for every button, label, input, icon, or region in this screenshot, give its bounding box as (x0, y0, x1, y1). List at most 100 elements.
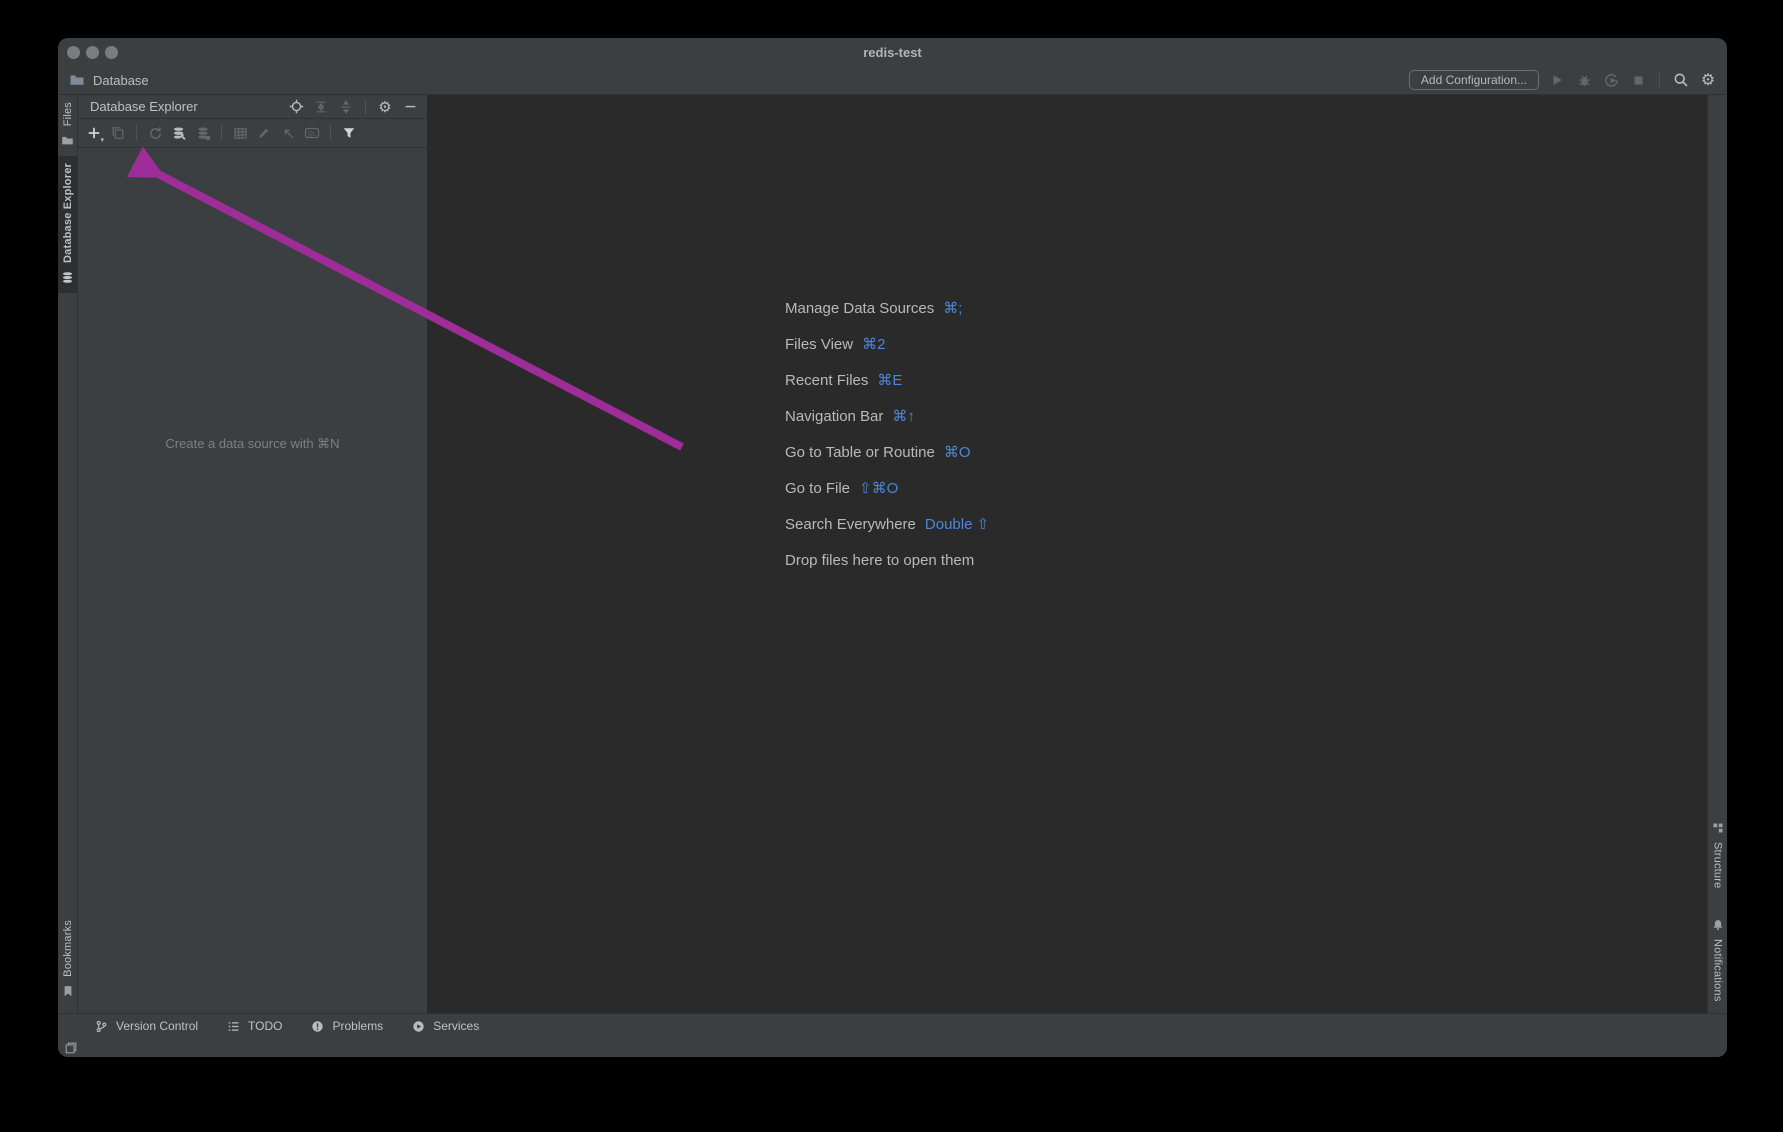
tab-version-control-label: Version Control (116, 1019, 198, 1033)
database-explorer-header: Database Explorer (78, 95, 427, 119)
stripe-tab-database-explorer-label: Database Explorer (62, 163, 74, 263)
tab-services-label: Services (433, 1019, 479, 1033)
status-bar (58, 1038, 1727, 1057)
stripe-tab-files[interactable]: Files (58, 95, 77, 156)
shortcut-keys: ⌘E (877, 371, 902, 389)
expand-all-icon[interactable] (312, 98, 330, 116)
toolbar-separator (1659, 72, 1660, 88)
shortcut-row: Go to File ⇧⌘O (785, 470, 989, 506)
tab-version-control[interactable]: Version Control (92, 1017, 198, 1035)
editor-area: Manage Data Sources ⌘; Files View ⌘2 Rec… (428, 95, 1707, 1013)
shortcut-row: Files View ⌘2 (785, 326, 989, 362)
window-title: redis-test (863, 45, 922, 60)
toolbar-separator (221, 125, 222, 141)
minimize-window-button[interactable] (86, 46, 99, 59)
panel-header-separator (365, 99, 366, 115)
stripe-tab-structure-label: Structure (1712, 842, 1724, 888)
ql-badge: QL (308, 132, 317, 138)
stripe-tab-structure[interactable]: Structure (1708, 812, 1727, 895)
locate-opened-element-icon[interactable] (287, 98, 305, 116)
notifications-bell-icon (1709, 916, 1727, 934)
run-toolbar: Add Configuration... (1409, 70, 1717, 90)
git-branch-icon (92, 1017, 110, 1035)
stripe-tab-notifications[interactable]: Notifications (1708, 909, 1727, 1009)
files-folder-icon (59, 131, 77, 149)
stop-icon[interactable] (1629, 71, 1647, 89)
breadcrumb[interactable]: Database (68, 71, 149, 89)
query-console-icon[interactable]: QL (303, 124, 321, 142)
right-tool-stripe: Structure Notifications (1707, 95, 1727, 1013)
stripe-tab-bookmarks[interactable]: Bookmarks (58, 913, 77, 1007)
stripe-tab-bookmarks-label: Bookmarks (62, 920, 74, 977)
shortcut-label: Recent Files (785, 372, 868, 389)
edit-pencil-icon[interactable] (255, 124, 273, 142)
zoom-window-button[interactable] (105, 46, 118, 59)
new-data-source-button[interactable]: ▾ (85, 124, 103, 142)
jump-to-console-icon[interactable] (279, 124, 297, 142)
bookmark-icon (59, 982, 77, 1000)
title-bar: redis-test (58, 38, 1727, 66)
hide-panel-icon[interactable] (401, 98, 419, 116)
database-explorer-toolbar: ▾ (78, 119, 427, 148)
shortcut-keys: ⇧⌘O (859, 479, 898, 497)
shortcut-keys: ⌘2 (862, 335, 885, 353)
database-explorer-panel: Database Explorer (78, 95, 428, 1013)
tool-window-layout-icon[interactable] (62, 1039, 80, 1057)
create-data-source-hint: Create a data source with ⌘N (78, 436, 427, 452)
duplicate-icon[interactable] (109, 124, 127, 142)
shortcut-label: Go to Table or Routine (785, 444, 935, 461)
refresh-icon[interactable] (146, 124, 164, 142)
traffic-lights (67, 46, 118, 59)
settings-gear-icon[interactable]: ⚙ (1699, 71, 1717, 89)
shortcut-row: Navigation Bar ⌘↑ (785, 398, 989, 434)
add-configuration-button[interactable]: Add Configuration... (1409, 70, 1539, 90)
shortcut-label: Navigation Bar (785, 408, 883, 425)
run-icon[interactable] (1548, 71, 1566, 89)
tab-todo[interactable]: TODO (224, 1017, 282, 1035)
shortcut-row: Manage Data Sources ⌘; (785, 290, 989, 326)
navigation-bar: Database Add Configuration... (58, 66, 1727, 95)
table-icon[interactable] (231, 124, 249, 142)
shortcut-keys: Double ⇧ (925, 515, 989, 533)
panel-header-actions: ⚙ (287, 98, 419, 116)
shortcut-label: Manage Data Sources (785, 300, 934, 317)
tab-todo-label: TODO (248, 1019, 282, 1033)
run-with-coverage-icon[interactable] (1602, 71, 1620, 89)
services-icon (409, 1017, 427, 1035)
breadcrumb-project-label: Database (93, 73, 149, 88)
bottom-tool-window-bar: Version Control TODO Problems (58, 1013, 1727, 1038)
shortcut-keys: ⌘O (944, 443, 971, 461)
detach-data-source-icon[interactable] (194, 124, 212, 142)
ide-window: redis-test Database Add Configuration... (58, 38, 1727, 1057)
empty-editor-shortcuts: Manage Data Sources ⌘; Files View ⌘2 Rec… (785, 290, 989, 578)
tab-services[interactable]: Services (409, 1017, 479, 1035)
shortcut-label: Go to File (785, 480, 850, 497)
problems-icon (309, 1017, 327, 1035)
chevron-down-icon: ▾ (100, 136, 104, 144)
stripe-tab-files-label: Files (62, 102, 74, 126)
shortcut-label: Drop files here to open them (785, 552, 974, 569)
shortcut-row: Drop files here to open them (785, 542, 989, 578)
toolbar-separator (330, 125, 331, 141)
stripe-tab-database-explorer[interactable]: Database Explorer (58, 156, 77, 293)
data-source-properties-icon[interactable] (170, 124, 188, 142)
shortcut-row: Recent Files ⌘E (785, 362, 989, 398)
todo-list-icon (224, 1017, 242, 1035)
shortcut-keys: ⌘↑ (892, 407, 915, 425)
close-window-button[interactable] (67, 46, 80, 59)
panel-title: Database Explorer (90, 99, 198, 114)
panel-options-gear-icon[interactable]: ⚙ (376, 98, 394, 116)
stripe-tab-notifications-label: Notifications (1712, 939, 1724, 1002)
main-area: Files Database Explorer Bookmarks (58, 95, 1727, 1013)
search-everywhere-icon[interactable] (1672, 71, 1690, 89)
filter-icon[interactable] (340, 124, 358, 142)
collapse-all-icon[interactable] (337, 98, 355, 116)
toolbar-separator (136, 125, 137, 141)
tab-problems[interactable]: Problems (309, 1017, 384, 1035)
database-icon (59, 268, 77, 286)
debug-icon[interactable] (1575, 71, 1593, 89)
shortcut-keys: ⌘; (943, 299, 962, 317)
shortcut-row: Search Everywhere Double ⇧ (785, 506, 989, 542)
tab-problems-label: Problems (333, 1019, 384, 1033)
shortcut-row: Go to Table or Routine ⌘O (785, 434, 989, 470)
